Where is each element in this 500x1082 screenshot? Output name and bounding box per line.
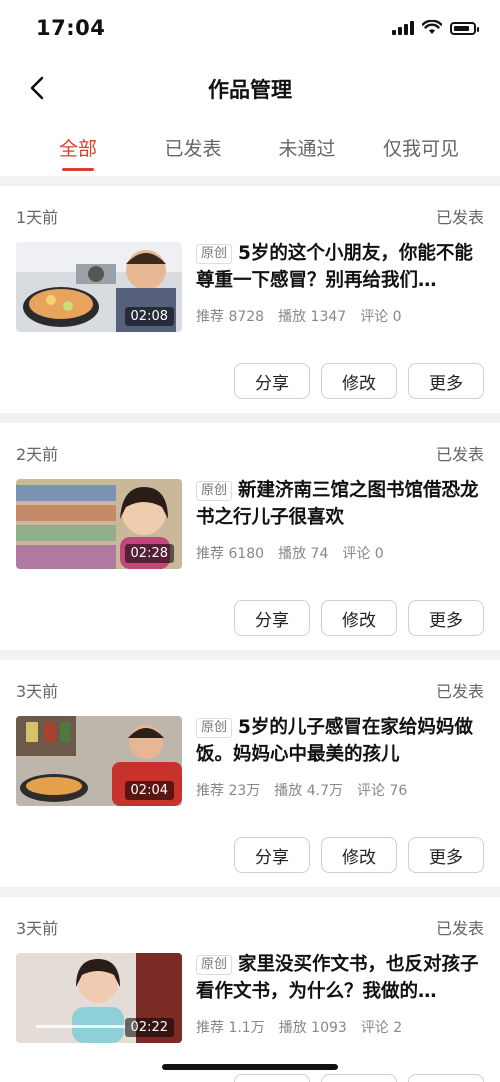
recommend-count: 推荐 23万	[196, 783, 261, 799]
post-actions: 分享 修改 更多	[234, 600, 484, 636]
post-title-block[interactable]: 原创 5岁的儿子感冒在家给妈妈做饭。妈妈心中最美的孩儿	[196, 714, 486, 768]
nav-bar: 作品管理	[0, 60, 500, 116]
post-stats: 推荐 8728 播放 1347 评论 0	[196, 306, 486, 326]
tab-rejected[interactable]: 未通过	[257, 134, 357, 161]
post-title-block[interactable]: 原创 5岁的这个小朋友，你能不能尊重一下感冒？别再给我们…	[196, 240, 486, 294]
play-count: 播放 1093	[278, 1020, 347, 1036]
post-time: 1天前	[16, 208, 59, 227]
recommend-count: 推荐 1.1万	[196, 1020, 265, 1036]
edit-button[interactable]: 修改	[321, 600, 397, 636]
post-status: 已发表	[435, 682, 484, 701]
original-badge: 原创	[196, 244, 233, 264]
post-time: 2天前	[16, 445, 59, 464]
post-time: 3天前	[16, 682, 59, 701]
recommend-count: 推荐 8728	[196, 309, 265, 325]
home-indicator[interactable]	[162, 1064, 338, 1070]
post-card: 3天前 已发表 02:22 原创 家里没买作文书，也反对孩子看作文书，为什么？我做…	[0, 897, 500, 1082]
post-title: 家里没买作文书，也反对孩子看作文书，为什么？我做的…	[196, 954, 479, 1002]
video-duration: 02:22	[124, 1018, 174, 1037]
section-divider	[0, 650, 500, 660]
edit-button[interactable]: 修改	[321, 1074, 397, 1082]
recommend-count: 推荐 6180	[196, 546, 265, 562]
battery-icon	[450, 22, 479, 35]
section-divider	[0, 887, 500, 897]
post-title: 5岁的儿子感冒在家给妈妈做饭。妈妈心中最美的孩儿	[196, 717, 473, 765]
post-actions: 分享 修改 更多	[234, 837, 484, 873]
comment-count: 评论 2	[360, 1020, 403, 1036]
edit-button[interactable]: 修改	[321, 837, 397, 873]
share-button[interactable]: 分享	[234, 837, 310, 873]
post-title-block[interactable]: 原创 新建济南三馆之图书馆借恐龙书之行儿子很喜欢	[196, 477, 486, 531]
post-status: 已发表	[435, 445, 484, 464]
tab-private[interactable]: 仅我可见	[371, 134, 471, 161]
share-button[interactable]: 分享	[234, 600, 310, 636]
original-badge: 原创	[196, 718, 233, 738]
post-card: 3天前 已发表 02:04 原创 5岁的儿子感冒在家给妈妈做饭。妈妈心中最美的孩儿…	[0, 660, 500, 887]
video-thumbnail[interactable]: 02:08	[16, 242, 182, 332]
post-actions: 分享 修改 更多	[234, 363, 484, 399]
post-time: 3天前	[16, 919, 59, 938]
post-title: 5岁的这个小朋友，你能不能尊重一下感冒？别再给我们…	[196, 243, 473, 291]
edit-button[interactable]: 修改	[321, 363, 397, 399]
post-stats: 推荐 6180 播放 74 评论 0	[196, 543, 486, 563]
original-badge: 原创	[196, 955, 233, 975]
more-button[interactable]: 更多	[408, 837, 484, 873]
original-badge: 原创	[196, 481, 233, 501]
play-count: 播放 4.7万	[274, 783, 343, 799]
active-tab-indicator	[62, 168, 94, 171]
post-actions: 分享 修改 更多	[234, 1074, 484, 1082]
share-button[interactable]: 分享	[234, 363, 310, 399]
post-title-block[interactable]: 原创 家里没买作文书，也反对孩子看作文书，为什么？我做的…	[196, 951, 486, 1005]
post-status: 已发表	[435, 208, 484, 227]
post-stats: 推荐 1.1万 播放 1093 评论 2	[196, 1017, 486, 1037]
share-button[interactable]: 分享	[234, 1074, 310, 1082]
page-title: 作品管理	[208, 78, 292, 102]
post-card: 2天前 已发表 02:28 原创 新建济南三馆之图书馆借恐龙书之行儿子很喜欢 推荐…	[0, 423, 500, 650]
comment-count: 评论 0	[342, 546, 384, 562]
section-divider	[0, 176, 500, 186]
post-stats: 推荐 23万 播放 4.7万 评论 76	[196, 780, 486, 800]
comment-count: 评论 76	[356, 783, 408, 799]
status-time: 17:04	[36, 16, 106, 40]
play-count: 播放 74	[278, 546, 329, 562]
cellular-signal-icon	[392, 21, 414, 35]
tab-published[interactable]: 已发表	[143, 134, 243, 161]
section-divider	[0, 413, 500, 423]
video-duration: 02:28	[124, 544, 174, 563]
video-thumbnail[interactable]: 02:28	[16, 479, 182, 569]
more-button[interactable]: 更多	[408, 600, 484, 636]
tab-all[interactable]: 全部	[28, 134, 128, 161]
post-card: 1天前 已发表 02:08 原创 5岁的这个小朋友，你能不能尊重一下感冒？别再给我…	[0, 186, 500, 413]
video-thumbnail[interactable]: 02:04	[16, 716, 182, 806]
status-bar: 17:04	[0, 0, 500, 60]
video-thumbnail[interactable]: 02:22	[16, 953, 182, 1043]
video-duration: 02:04	[124, 781, 174, 800]
post-status: 已发表	[435, 919, 484, 938]
play-count: 播放 1347	[278, 309, 347, 325]
wifi-icon	[422, 20, 442, 34]
more-button[interactable]: 更多	[408, 1074, 484, 1082]
video-duration: 02:08	[124, 307, 174, 326]
more-button[interactable]: 更多	[408, 363, 484, 399]
tab-bar: 全部 已发表 未通过 仅我可见	[0, 126, 500, 176]
comment-count: 评论 0	[360, 309, 402, 325]
post-title: 新建济南三馆之图书馆借恐龙书之行儿子很喜欢	[196, 480, 479, 528]
status-icons	[392, 20, 479, 35]
